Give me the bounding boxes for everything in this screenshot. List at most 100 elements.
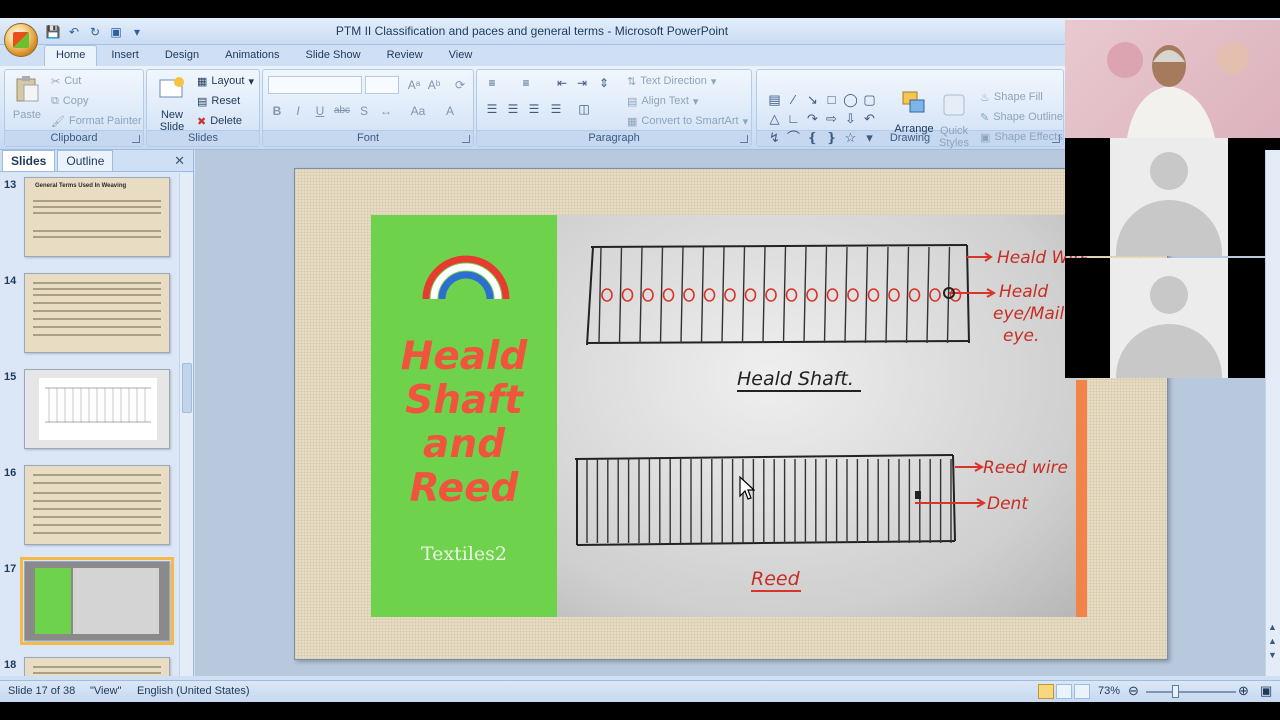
slide-sorter-view-icon[interactable] [1056,684,1072,699]
slide-thumbnail[interactable]: General Terms Used In Weaving [24,177,170,257]
arrange-button[interactable]: Arrange [892,88,936,135]
shapes-gallery[interactable]: ▤ ∕ ↘ □ ◯ ▢ △ ∟ ↷ ⇨ ⇩ ↶ ↯ ⌒ ❴ ❵ ☆ ▾ [765,90,885,147]
quick-styles-button[interactable]: Quick Styles [934,90,974,149]
font-color-icon[interactable]: A [441,102,459,120]
normal-view-icon[interactable] [1038,684,1054,699]
thumbnail-scrollbar[interactable] [179,173,193,676]
increase-indent-icon[interactable]: ⇥ [573,74,591,92]
change-case-icon[interactable]: Aa [409,102,427,120]
slide-picture[interactable]: Heald Shaft and Reed Textiles2 Heald Wir… [371,215,1087,617]
numbering-icon[interactable]: ≡ [517,74,535,92]
office-button[interactable] [4,23,38,57]
slide-thumbnail[interactable] [24,657,170,676]
underline-icon[interactable]: U [311,102,329,120]
shape-outline-button[interactable]: ✎ Shape Outline [980,108,1063,126]
zoom-level[interactable]: 73% [1098,685,1120,697]
align-text-button[interactable]: ▤ Align Text ▾ [627,92,698,110]
scrollbar-thumb[interactable] [182,363,192,413]
slide-thumbnail-selected[interactable] [20,557,174,645]
layout-button[interactable]: ▦ Layout ▾ [197,72,254,90]
previous-slide-icon[interactable]: ▲ [1268,636,1277,646]
triangle-shape-icon[interactable]: △ [765,109,784,128]
tab-review[interactable]: Review [375,45,435,67]
sketch-drawing: Heald Wire Heald eye/Mail eye. Heald Sha… [574,244,1087,592]
rectangle-shape-icon[interactable]: □ [822,90,841,109]
right-arrow-shape-icon[interactable]: ⇨ [822,109,841,128]
grow-font-icon[interactable]: Aᵃ [405,76,423,94]
tab-animations[interactable]: Animations [213,45,291,67]
decrease-indent-icon[interactable]: ⇤ [553,74,571,92]
scroll-up-icon[interactable]: ▲ [1268,622,1277,632]
paste-button[interactable]: Paste [9,74,45,121]
shape-effects-button[interactable]: ▣ Shape Effects [980,128,1063,146]
tab-outline[interactable]: Outline [57,150,114,171]
columns-icon[interactable]: ◫ [575,100,593,118]
brace-right-shape-icon[interactable]: ❵ [822,128,841,147]
tab-view[interactable]: View [437,45,485,67]
format-painter-button[interactable]: 🖌 Format Painter [51,112,142,130]
star-shape-icon[interactable]: ☆ [841,128,860,147]
shape-fill-button[interactable]: ♨ Shape Fill [980,88,1043,106]
line-spacing-icon[interactable]: ⇕ [595,74,613,92]
tab-slides[interactable]: Slides [2,150,56,171]
lightning-shape-icon[interactable]: ↯ [765,128,784,147]
zoom-in-icon[interactable]: ⊕ [1238,683,1249,699]
cut-button[interactable]: ✂ Cut [51,72,81,90]
textbox-shape-icon[interactable]: ▤ [765,90,784,109]
slide-thumbnail[interactable] [24,273,170,353]
slide-scrollbar[interactable]: ▲ ▲ ▼ [1265,150,1280,676]
clear-formatting-icon[interactable]: ⟳ [451,76,469,94]
font-launcher-icon[interactable] [462,135,470,143]
bold-icon[interactable]: B [268,102,286,120]
text-direction-button[interactable]: ⇅ Text Direction ▾ [627,72,716,90]
strikethrough-icon[interactable]: abc [333,102,351,120]
theme-name: "View" [90,685,122,697]
italic-icon[interactable]: I [289,102,307,120]
rounded-rect-shape-icon[interactable]: ▢ [860,90,879,109]
tab-design[interactable]: Design [153,45,211,67]
elbow-connector-shape-icon[interactable]: ∟ [784,109,803,128]
font-size-combo[interactable] [365,76,399,94]
delete-button[interactable]: ✖ Delete [197,112,242,130]
justify-icon[interactable]: ☰ [547,100,565,118]
clipboard-launcher-icon[interactable] [132,135,140,143]
line-shape-icon[interactable]: ∕ [784,90,803,109]
shrink-font-icon[interactable]: Aᵇ [425,76,443,94]
slide-thumbnail[interactable] [24,369,170,449]
tab-home[interactable]: Home [44,45,98,67]
shadow-text-icon[interactable]: S [355,102,373,120]
curve-shape-icon[interactable]: ↶ [860,109,879,128]
character-spacing-icon[interactable]: ↔ [377,102,395,120]
zoom-slider[interactable] [1146,691,1236,693]
bullets-icon[interactable]: ≡ [483,74,501,92]
align-left-icon[interactable]: ☰ [483,100,501,118]
fit-to-window-icon[interactable]: ▣ [1260,683,1272,699]
language-indicator[interactable]: English (United States) [137,685,250,697]
oval-shape-icon[interactable]: ◯ [841,90,860,109]
zoom-slider-handle[interactable] [1172,685,1179,698]
tab-slide-show[interactable]: Slide Show [294,45,373,67]
clipboard-group-label: Clipboard [5,130,143,146]
align-center-icon[interactable]: ☰ [504,100,522,118]
copy-button[interactable]: ⧉ Copy [51,92,89,110]
bent-arrow-shape-icon[interactable]: ↷ [803,109,822,128]
slide-show-view-icon[interactable] [1074,684,1090,699]
next-slide-icon[interactable]: ▼ [1268,650,1277,660]
arc-shape-icon[interactable]: ⌒ [784,128,803,147]
reset-button[interactable]: ▤ Reset [197,92,240,110]
align-right-icon[interactable]: ☰ [525,100,543,118]
convert-smartart-button[interactable]: ▦ Convert to SmartArt ▾ [627,112,748,130]
more-shapes-icon[interactable]: ▾ [860,128,879,147]
paragraph-launcher-icon[interactable] [740,135,748,143]
tab-insert[interactable]: Insert [99,45,151,67]
new-slide-button[interactable]: New Slide [151,74,193,133]
close-icon[interactable]: ✕ [174,153,185,169]
zoom-out-icon[interactable]: ⊖ [1128,683,1139,699]
font-name-combo[interactable] [268,76,362,94]
down-arrow-shape-icon[interactable]: ⇩ [841,109,860,128]
arrow-line-shape-icon[interactable]: ↘ [803,90,822,109]
current-slide[interactable]: Heald Shaft and Reed Textiles2 Heald Wir… [294,168,1168,660]
brace-left-shape-icon[interactable]: ❴ [803,128,822,147]
slide-thumbnail[interactable] [24,465,170,545]
heald-wire-line [864,246,869,344]
